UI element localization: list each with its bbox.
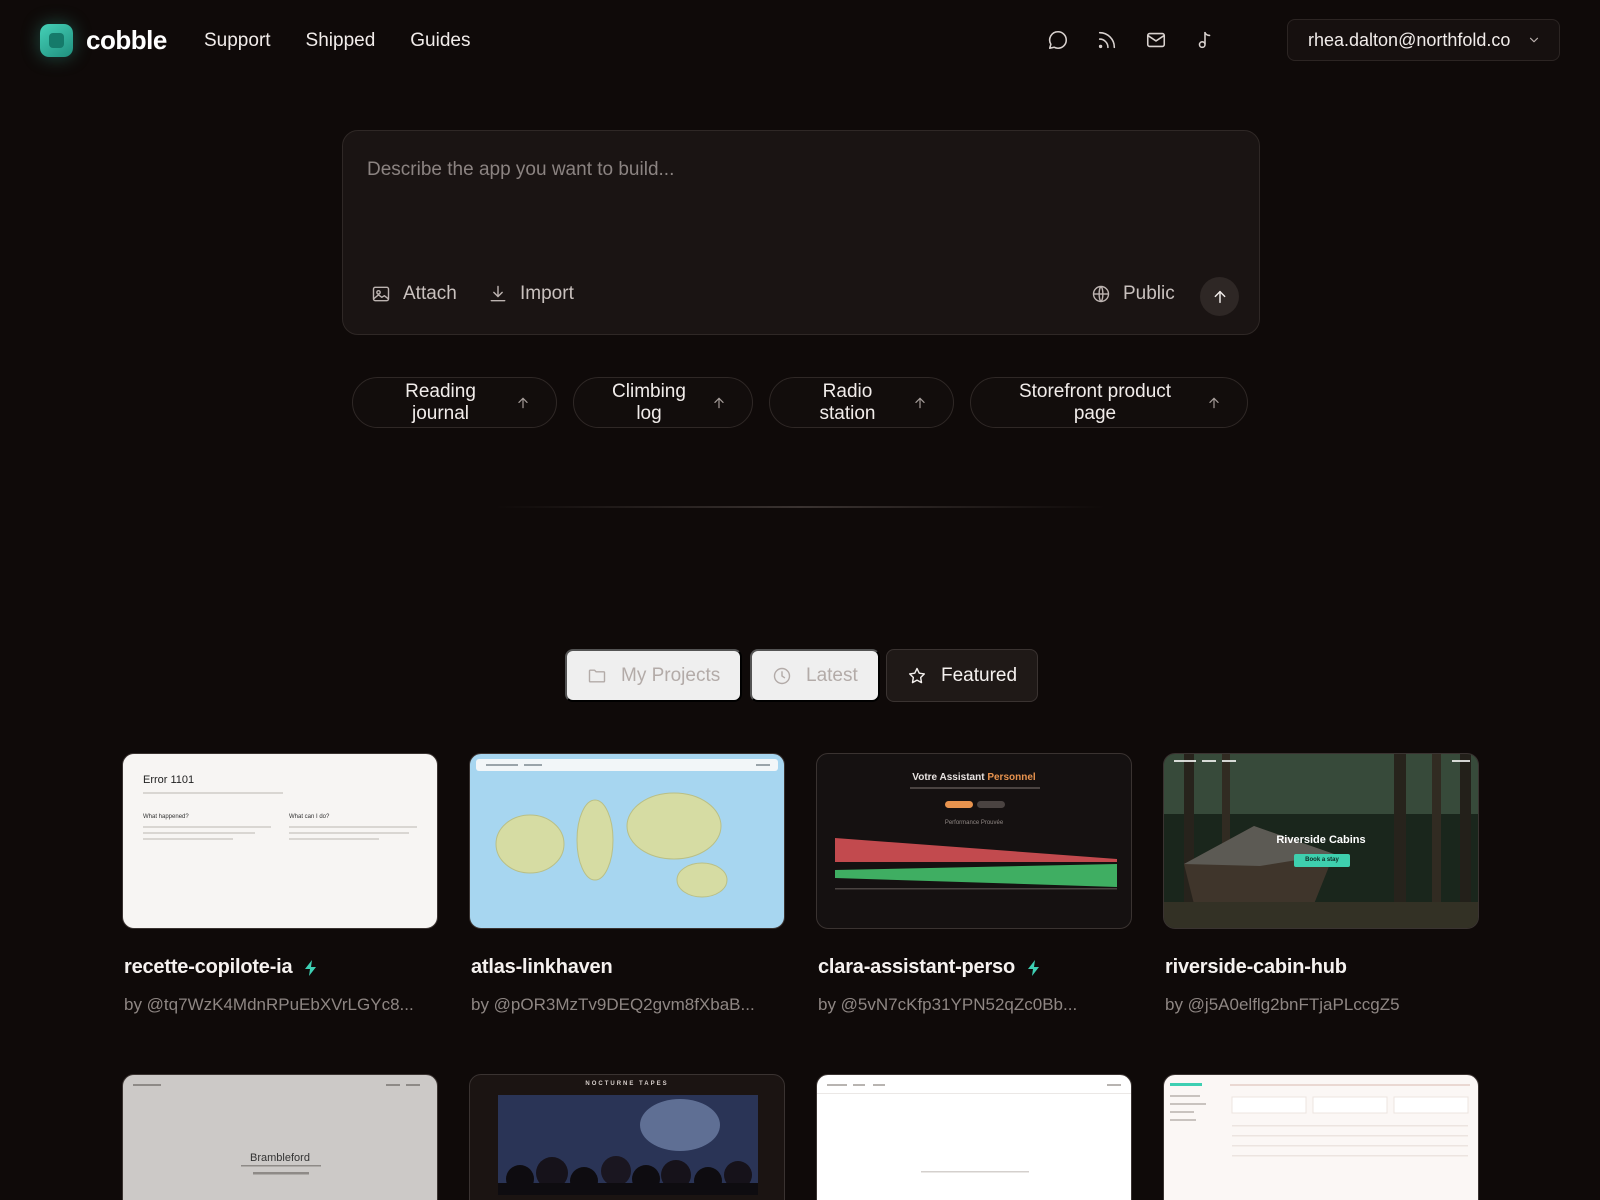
preview-graphic bbox=[817, 1084, 1131, 1173]
project-author[interactable]: by @pOR3MzTv9DEQ2gvm8fXbaB... bbox=[469, 995, 779, 1015]
project-card[interactable]: atlas-linkhaven by @pOR3MzTv9DEQ2gvm8fXb… bbox=[469, 753, 785, 1015]
tab-featured[interactable]: Featured bbox=[886, 649, 1038, 702]
suggestion-chip-radio-station[interactable]: Radio station bbox=[769, 377, 954, 428]
tab-label: Latest bbox=[806, 664, 858, 686]
map-illustration bbox=[495, 792, 728, 898]
project-preview[interactable]: Votre Assistant Personnel Performance Pr… bbox=[816, 753, 1132, 929]
preview-graphic bbox=[1170, 1083, 1470, 1157]
lightning-bolt-icon bbox=[304, 959, 318, 976]
top-header: cobble Support Shipped Guides rhea.dalto… bbox=[0, 0, 1600, 82]
suggestion-label: Radio station bbox=[819, 380, 876, 424]
project-card[interactable]: Riverside Cabins Book a stay riverside-c… bbox=[1163, 753, 1479, 1015]
main-nav: Support Shipped Guides bbox=[204, 30, 470, 52]
clock-icon bbox=[772, 666, 792, 686]
project-card[interactable]: Error 1101 What happened? What can I do?… bbox=[122, 753, 438, 1015]
folder-icon bbox=[587, 666, 607, 686]
arrow-up-icon bbox=[913, 396, 927, 410]
preview-text: What can I do? bbox=[289, 814, 330, 820]
suggestion-label: Reading journal bbox=[405, 380, 476, 424]
suggestion-chip-reading-journal[interactable]: Reading journal bbox=[352, 377, 557, 428]
visibility-label: Public bbox=[1123, 283, 1175, 304]
attach-button[interactable]: Attach bbox=[371, 283, 457, 305]
project-card[interactable]: Brambleford bbox=[122, 1074, 438, 1200]
brand-logo[interactable]: cobble bbox=[40, 24, 167, 57]
project-preview[interactable]: Brambleford bbox=[122, 1074, 438, 1200]
rss-icon[interactable] bbox=[1096, 29, 1118, 51]
preview-text: What happened? bbox=[143, 814, 189, 820]
chevron-down-icon bbox=[1527, 33, 1541, 47]
project-title[interactable]: atlas-linkhaven bbox=[471, 956, 613, 979]
project-author[interactable]: by @tq7WzK4MdnRPuEbXVrLGYc8... bbox=[122, 995, 432, 1015]
preview-subheading: Performance Prouvée bbox=[944, 820, 1004, 826]
preview-heading: Riverside Cabins bbox=[1276, 834, 1366, 846]
tab-latest[interactable]: Latest bbox=[750, 649, 880, 702]
project-card[interactable]: Votre Assistant Personnel Performance Pr… bbox=[816, 753, 1132, 1015]
arrow-up-icon bbox=[712, 396, 726, 410]
import-button[interactable]: Import bbox=[488, 283, 574, 305]
brand-name: cobble bbox=[86, 25, 167, 55]
account-dropdown[interactable]: rhea.dalton@northfold.co bbox=[1287, 19, 1560, 61]
chat-bubble-icon[interactable] bbox=[1047, 29, 1069, 51]
project-preview[interactable]: Riverside Cabins Book a stay bbox=[1163, 753, 1479, 929]
globe-icon bbox=[1091, 284, 1111, 304]
download-icon bbox=[488, 284, 508, 304]
arrow-up-icon bbox=[516, 396, 530, 410]
suggestion-label: Climbing log bbox=[612, 380, 686, 424]
project-preview[interactable]: Error 1101 What happened? What can I do? bbox=[122, 753, 438, 929]
header-icon-links bbox=[1047, 29, 1216, 51]
tab-label: My Projects bbox=[621, 664, 721, 686]
preview-heading: Brambleford bbox=[250, 1152, 310, 1164]
preview-cta: Book a stay bbox=[1294, 854, 1350, 867]
prompt-composer: Attach Import Public bbox=[342, 130, 1260, 335]
visibility-toggle[interactable]: Public bbox=[1091, 283, 1175, 305]
nav-guides[interactable]: Guides bbox=[410, 30, 470, 52]
project-title[interactable]: recette-copilote-ia bbox=[124, 956, 293, 979]
project-preview[interactable] bbox=[469, 753, 785, 929]
account-email: rhea.dalton@northfold.co bbox=[1308, 29, 1511, 50]
tab-my-projects[interactable]: My Projects bbox=[565, 649, 743, 702]
attach-label: Attach bbox=[403, 283, 457, 304]
lightning-bolt-icon bbox=[1027, 959, 1041, 976]
project-preview[interactable]: NOCTURNE TAPES bbox=[469, 1074, 785, 1200]
import-label: Import bbox=[520, 283, 574, 304]
concert-crowd-illustration bbox=[498, 1095, 758, 1195]
arrow-up-icon bbox=[1207, 396, 1221, 410]
project-card[interactable] bbox=[816, 1074, 1132, 1200]
project-preview[interactable] bbox=[816, 1074, 1132, 1200]
send-button[interactable] bbox=[1200, 277, 1239, 316]
suggestion-label: Storefront product page bbox=[1018, 380, 1172, 424]
suggestion-chip-climbing-log[interactable]: Climbing log bbox=[573, 377, 753, 428]
suggestion-chip-storefront-product-page[interactable]: Storefront product page bbox=[970, 377, 1248, 428]
nav-shipped[interactable]: Shipped bbox=[306, 30, 376, 52]
cobble-logo-icon bbox=[40, 24, 73, 57]
preview-graphic bbox=[835, 787, 1117, 890]
project-author[interactable]: by @5vN7cKfp31YPN52qZc0Bb... bbox=[816, 995, 1126, 1015]
prompt-input[interactable] bbox=[367, 159, 1227, 249]
preview-graphic bbox=[133, 1084, 420, 1175]
music-note-icon[interactable] bbox=[1194, 29, 1216, 51]
image-icon bbox=[371, 284, 391, 304]
section-divider bbox=[495, 506, 1105, 508]
nav-support[interactable]: Support bbox=[204, 30, 271, 52]
project-title[interactable]: clara-assistant-perso bbox=[818, 956, 1015, 979]
preview-heading: Error 1101 bbox=[143, 774, 195, 786]
project-title[interactable]: riverside-cabin-hub bbox=[1165, 956, 1347, 979]
project-card[interactable] bbox=[1163, 1074, 1479, 1200]
mail-icon[interactable] bbox=[1145, 29, 1167, 51]
star-icon bbox=[907, 666, 927, 686]
tab-label: Featured bbox=[941, 664, 1018, 686]
project-card[interactable]: NOCTURNE TAPES bbox=[469, 1074, 785, 1200]
project-preview[interactable] bbox=[1163, 1074, 1479, 1200]
arrow-up-icon bbox=[1212, 289, 1228, 305]
project-author[interactable]: by @j5A0elflg2bnFTjaPLccgZ5 bbox=[1163, 995, 1473, 1015]
